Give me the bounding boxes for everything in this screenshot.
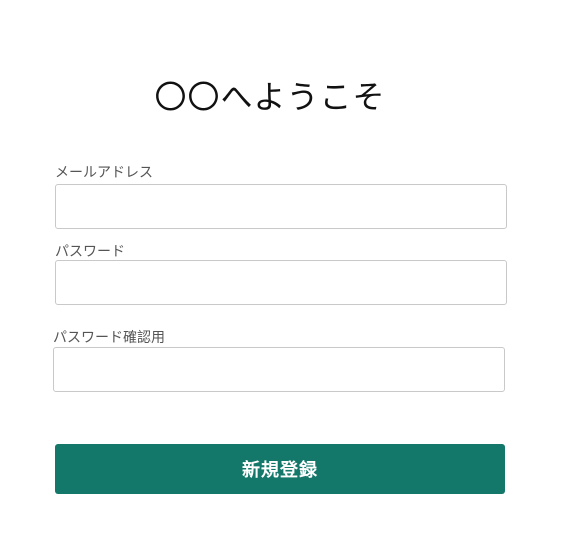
password-label: パスワード [55,244,125,260]
register-button[interactable]: 新規登録 [55,444,505,494]
email-label: メールアドレス [55,165,153,181]
email-field[interactable] [55,184,507,229]
password-field[interactable] [55,260,507,305]
signup-page: 〇〇へようこそ メールアドレス パスワード パスワード確認用 新規登録 [0,0,564,552]
password-confirm-field[interactable] [53,347,505,392]
page-title: 〇〇へようこそ [154,78,386,116]
password-confirm-label: パスワード確認用 [53,330,165,346]
